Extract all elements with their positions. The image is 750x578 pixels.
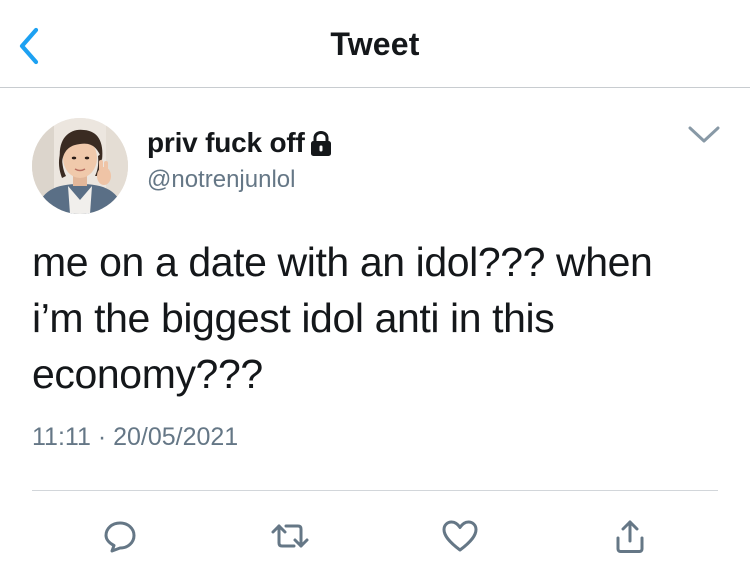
tweet-menu-button[interactable] (684, 120, 724, 150)
profile-photo (32, 118, 128, 214)
page-title: Tweet (330, 26, 420, 62)
display-name[interactable]: priv fuck off (147, 127, 305, 159)
tweet-text-line: economy??? (32, 351, 263, 397)
share-icon (616, 520, 644, 553)
tweet-text-line: i’m the biggest idol anti in this (32, 295, 555, 341)
chevron-down-icon (688, 126, 720, 143)
divider (32, 490, 718, 491)
like-button[interactable] (438, 514, 482, 558)
tweet-date: 20/05/2021 (113, 423, 239, 451)
tweet-timestamp[interactable]: 11:11 · 20/05/2021 (32, 423, 238, 452)
retweet-button[interactable] (268, 514, 312, 558)
share-button[interactable] (608, 514, 652, 558)
reply-bubble-icon (104, 521, 136, 553)
avatar[interactable] (32, 118, 128, 214)
user-handle[interactable]: @notrenjunlol (147, 166, 295, 194)
top-bar: Tweet (0, 0, 750, 88)
reply-button[interactable] (98, 514, 142, 558)
tweet-text: me on a date with an idol??? when i’m th… (32, 234, 712, 402)
meta-separator: · (97, 423, 107, 451)
lock-icon (310, 130, 331, 156)
retweet-icon (271, 524, 309, 548)
tweet-time: 11:11 (32, 423, 91, 451)
heart-icon (442, 520, 478, 552)
display-name-row[interactable]: priv fuck off (147, 123, 334, 163)
tweet-text-line: me on a date with an idol??? when (32, 239, 653, 285)
